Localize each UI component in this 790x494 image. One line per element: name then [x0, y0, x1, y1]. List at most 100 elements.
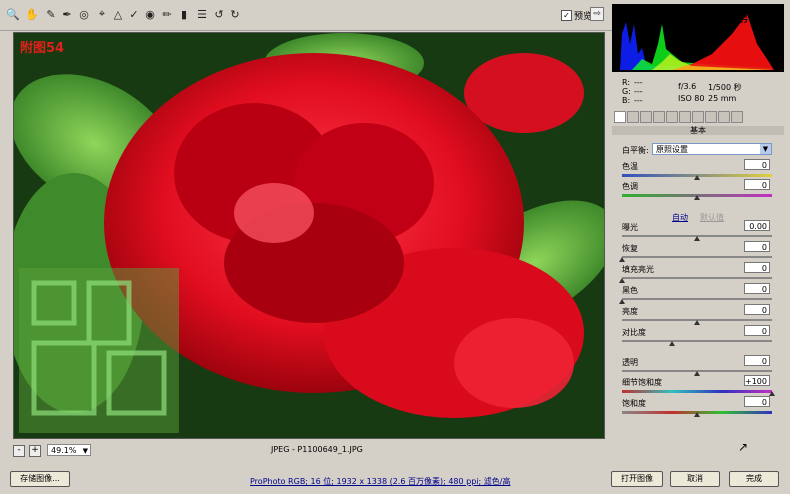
slider-value-field[interactable]: 0: [744, 304, 770, 315]
zoom-out-button[interactable]: -: [13, 445, 25, 457]
chevron-down-icon: ▼: [82, 447, 88, 455]
save-image-button[interactable]: 存储图像...: [10, 471, 70, 487]
slider-thumb[interactable]: [619, 257, 625, 262]
image-preview[interactable]: 附图54: [13, 32, 605, 439]
fullscreen-icon[interactable]: ⇨: [590, 7, 604, 21]
slider-thumb[interactable]: [668, 341, 675, 346]
b-value: ---: [634, 96, 643, 105]
slider-value-field[interactable]: 0: [744, 283, 770, 294]
figure-label: 附图54: [20, 41, 65, 56]
slider-thumb[interactable]: [694, 412, 700, 417]
slider-thumb[interactable]: [619, 278, 625, 283]
slider-label: 色温: [622, 162, 638, 171]
preview-checkbox[interactable]: ✓: [560, 10, 572, 21]
target-adjust-icon[interactable]: ◎: [77, 7, 91, 21]
tab-tone-curve[interactable]: [627, 111, 639, 123]
rotate-right-icon[interactable]: ↻: [228, 7, 242, 21]
tab-detail[interactable]: [640, 111, 652, 123]
tab-snapshots[interactable]: [718, 111, 730, 123]
slider-thumb[interactable]: [694, 236, 700, 241]
shutter-speed: 1/500 秒: [708, 83, 742, 92]
tab-basic[interactable]: [614, 111, 626, 123]
slider-value-field[interactable]: 0: [744, 179, 770, 190]
rotate-left-icon[interactable]: ↺: [212, 7, 226, 21]
slider-track[interactable]: [622, 390, 772, 393]
r-label: R:: [622, 78, 631, 87]
zoom-select[interactable]: 49.1% ▼: [47, 444, 91, 456]
status-bar: - + 49.1% ▼ JPEG - P1100649_1.JPG: [13, 443, 603, 459]
tab-presets[interactable]: [705, 111, 717, 123]
tab-split-toning[interactable]: [666, 111, 678, 123]
slider-value-field[interactable]: +100: [744, 375, 770, 386]
open-image-button[interactable]: 打开图像: [611, 471, 663, 487]
r-value: ---: [634, 78, 643, 87]
color-sampler-icon[interactable]: ✒: [60, 7, 74, 21]
slider-value-field[interactable]: 0: [744, 355, 770, 366]
slider-label: 亮度: [622, 307, 638, 316]
zoom-value: 49.1%: [51, 446, 77, 455]
g-value: ---: [634, 87, 643, 96]
slider-value-field[interactable]: 0.00: [744, 220, 770, 231]
preferences-icon[interactable]: ☰: [195, 7, 209, 21]
graduated-filter-icon[interactable]: ▮: [177, 7, 191, 21]
slider-label: 填充亮光: [622, 265, 654, 274]
slider-value-field[interactable]: 0: [744, 241, 770, 252]
iso: ISO 80: [678, 94, 705, 103]
slider-thumb[interactable]: [619, 299, 625, 304]
spot-removal-icon[interactable]: ✓: [127, 7, 141, 21]
toolbar: 🔍 ✋ ✎ ✒ ◎ ⌖ △ ✓ ◉ ✏ ▮ ☰ ↺ ↻ ✓ 预览 ⇨: [0, 0, 612, 31]
slider-value-field[interactable]: 0: [744, 325, 770, 336]
filename: JPEG - P1100649_1.JPG: [271, 445, 363, 454]
b-label: B:: [622, 96, 631, 105]
done-button[interactable]: 完成: [729, 471, 779, 487]
focal-length: 25 mm: [708, 94, 737, 103]
tab-lens[interactable]: [679, 111, 691, 123]
slider-thumb[interactable]: [694, 195, 700, 200]
tab-hsl[interactable]: [653, 111, 665, 123]
histogram: 第62页: [612, 4, 784, 72]
slider-label: 饱和度: [622, 399, 646, 408]
white-balance-label: 白平衡:: [622, 146, 649, 155]
slider-label: 曝光: [622, 223, 638, 232]
slider-thumb[interactable]: [694, 371, 700, 376]
slider-track[interactable]: [622, 340, 772, 342]
slider-label: 细节饱和度: [622, 378, 662, 387]
tab-extra[interactable]: [731, 111, 743, 123]
camera-readout: R: --- G: --- B: --- f/3.6 1/500 秒 ISO 8…: [620, 77, 780, 107]
crop-icon[interactable]: ⌖: [95, 7, 109, 21]
cancel-button[interactable]: 取消: [670, 471, 720, 487]
auto-link[interactable]: 自动: [672, 212, 688, 223]
zoom-icon[interactable]: 🔍: [6, 7, 20, 21]
white-balance-value: 原照设置: [656, 145, 688, 154]
default-link[interactable]: 默认值: [700, 212, 724, 223]
zoom-in-button[interactable]: +: [29, 445, 41, 457]
slider-label: 对比度: [622, 328, 646, 337]
hand-icon[interactable]: ✋: [25, 7, 39, 21]
slider-track[interactable]: [622, 277, 772, 279]
slider-track[interactable]: [622, 298, 772, 300]
tab-camera-calibration[interactable]: [692, 111, 704, 123]
g-label: G:: [622, 87, 631, 96]
slider-value-field[interactable]: 0: [744, 262, 770, 273]
preview-toggle[interactable]: ✓ 预览: [560, 9, 592, 22]
slider-label: 恢复: [622, 244, 638, 253]
slider-thumb[interactable]: [694, 320, 700, 325]
rose-photo: [14, 33, 604, 438]
workflow-options-link[interactable]: ProPhoto RGB; 16 位; 1932 x 1338 (2.6 百万像…: [250, 476, 510, 487]
slider-label: 黑色: [622, 286, 638, 295]
chevron-down-icon: ▼: [760, 144, 771, 154]
slider-value-field[interactable]: 0: [744, 159, 770, 170]
slider-value-field[interactable]: 0: [744, 396, 770, 407]
white-balance-select[interactable]: 原照设置 ▼: [652, 143, 772, 155]
red-eye-icon[interactable]: ◉: [143, 7, 157, 21]
adjustment-brush-icon[interactable]: ✏: [160, 7, 174, 21]
straighten-icon[interactable]: △: [111, 7, 125, 21]
cursor-icon: ↗: [738, 440, 749, 454]
panel-tabs: [614, 111, 784, 123]
panel-title: 基本: [612, 126, 784, 135]
slider-thumb[interactable]: [694, 175, 700, 180]
eyedropper-icon[interactable]: ✎: [44, 7, 58, 21]
aperture: f/3.6: [678, 82, 697, 91]
slider-track[interactable]: [622, 256, 772, 258]
slider-label: 透明: [622, 358, 638, 367]
